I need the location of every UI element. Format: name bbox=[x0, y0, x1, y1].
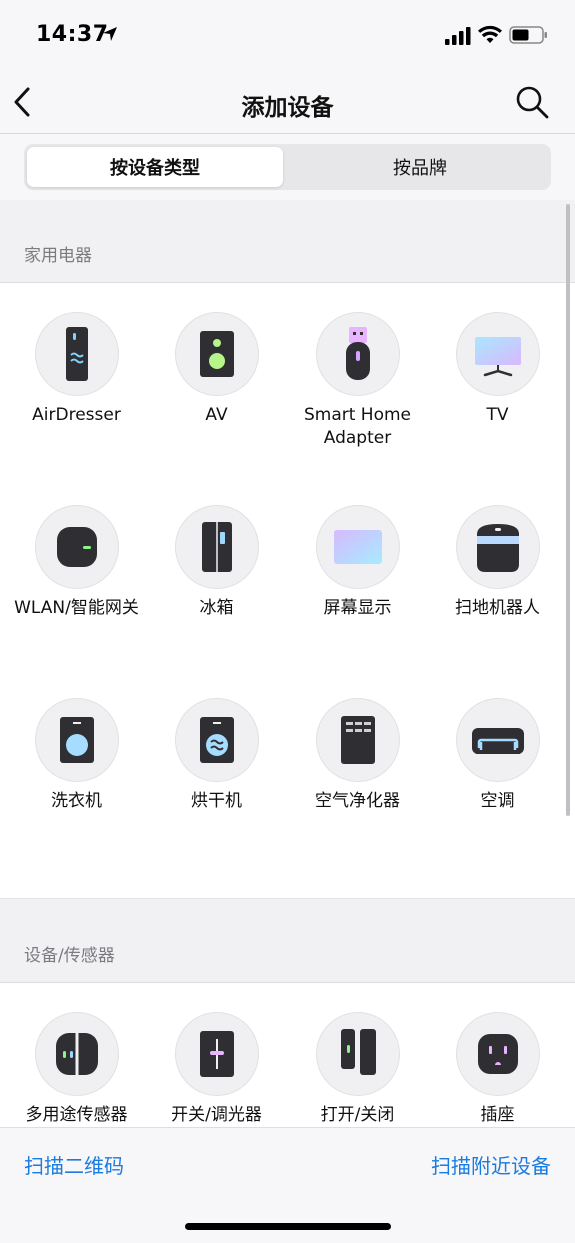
open-close-sensor-icon bbox=[340, 1029, 376, 1075]
display-icon bbox=[333, 530, 382, 564]
washer-icon bbox=[59, 717, 94, 763]
device-icon-circle bbox=[34, 505, 119, 589]
device-type-av[interactable]: AV bbox=[146, 312, 287, 427]
cellular-signal-icon bbox=[445, 27, 471, 45]
device-type-label: 屏幕显示 bbox=[323, 598, 392, 618]
home-indicator[interactable] bbox=[185, 1223, 391, 1230]
robot-vacuum-icon bbox=[476, 524, 519, 572]
device-type-open-close[interactable]: 打开/关闭 bbox=[287, 1012, 428, 1127]
switch-dimmer-icon bbox=[199, 1031, 234, 1077]
air-conditioner-icon bbox=[471, 728, 524, 754]
device-icon-circle bbox=[455, 505, 540, 589]
device-icon-circle bbox=[34, 312, 119, 396]
battery-icon bbox=[509, 26, 547, 44]
device-type-switch-dimmer[interactable]: 开关/调光器 bbox=[146, 1012, 287, 1127]
device-type-tv[interactable]: TV bbox=[427, 312, 568, 427]
device-type-multipurpose-sensor[interactable]: 多用途传感器 bbox=[6, 1012, 147, 1127]
device-icon-circle bbox=[174, 312, 259, 396]
device-type-label: TV bbox=[486, 405, 509, 425]
device-type-robot-vacuum[interactable]: 扫地机器人 bbox=[427, 505, 568, 620]
device-type-smart-home-adapter[interactable]: Smart Home Adapter bbox=[287, 312, 428, 450]
device-type-display[interactable]: 屏幕显示 bbox=[287, 505, 428, 620]
device-type-label: 插座 bbox=[480, 1105, 515, 1125]
device-icon-circle bbox=[174, 698, 259, 782]
hub-icon bbox=[56, 527, 97, 567]
device-type-label: WLAN/智能网关 bbox=[14, 598, 139, 618]
device-type-wlan-hub[interactable]: WLAN/智能网关 bbox=[6, 505, 147, 620]
scan-nearby-button[interactable]: 扫描附近设备 bbox=[431, 1150, 551, 1179]
device-type-label: Smart Home Adapter bbox=[303, 405, 412, 448]
device-type-label: 打开/关闭 bbox=[320, 1105, 395, 1125]
device-icon-circle bbox=[34, 698, 119, 782]
device-icon-circle bbox=[315, 505, 400, 589]
multipurpose-sensor-icon bbox=[55, 1030, 98, 1078]
device-type-label: 空调 bbox=[480, 791, 515, 811]
device-icon-circle bbox=[455, 698, 540, 782]
device-icon-circle bbox=[315, 312, 400, 396]
device-icon-circle bbox=[315, 1012, 400, 1096]
wifi-icon bbox=[478, 25, 502, 43]
status-time: 14:37 bbox=[36, 22, 109, 47]
airdresser-icon bbox=[65, 327, 88, 381]
segmented-control: 按设备类型 按品牌 bbox=[24, 144, 551, 190]
device-type-airdresser[interactable]: AirDresser bbox=[6, 312, 147, 427]
device-type-label: 多用途传感器 bbox=[25, 1105, 128, 1125]
device-type-label: 扫地机器人 bbox=[455, 598, 540, 618]
page-title: 添加设备 bbox=[241, 95, 334, 121]
speaker-icon bbox=[199, 331, 234, 377]
device-icon-circle bbox=[455, 1012, 540, 1096]
dryer-icon bbox=[199, 717, 234, 763]
location-arrow-icon bbox=[103, 27, 117, 41]
air-purifier-icon bbox=[340, 716, 375, 764]
usb-adapter-icon bbox=[345, 327, 370, 380]
device-type-washer[interactable]: 洗衣机 bbox=[6, 698, 147, 813]
device-type-outlet[interactable]: 插座 bbox=[427, 1012, 568, 1127]
section-header-devices-sensors: 设备/传感器 bbox=[0, 898, 575, 983]
device-icon-circle bbox=[174, 1012, 259, 1096]
navigation-bar: 添加设备 bbox=[0, 72, 575, 134]
device-type-label: 冰箱 bbox=[199, 598, 234, 618]
segment-by-type[interactable]: 按设备类型 bbox=[27, 147, 283, 187]
segment-area: 按设备类型 按品牌 bbox=[0, 134, 575, 200]
device-type-label: AirDresser bbox=[32, 405, 121, 425]
device-icon-circle bbox=[315, 698, 400, 782]
device-icon-circle bbox=[34, 1012, 119, 1096]
device-type-label: 开关/调光器 bbox=[171, 1105, 262, 1125]
section-title: 家用电器 bbox=[24, 246, 92, 266]
device-type-dryer[interactable]: 烘干机 bbox=[146, 698, 287, 813]
device-type-air-purifier[interactable]: 空气净化器 bbox=[287, 698, 428, 813]
search-icon[interactable] bbox=[514, 84, 550, 120]
device-icon-circle bbox=[174, 505, 259, 589]
device-type-label: 空气净化器 bbox=[315, 791, 400, 811]
segment-by-brand[interactable]: 按品牌 bbox=[292, 147, 548, 187]
scan-qr-button[interactable]: 扫描二维码 bbox=[24, 1150, 124, 1179]
device-type-air-conditioner[interactable]: 空调 bbox=[427, 698, 568, 813]
section-title: 设备/传感器 bbox=[24, 946, 115, 966]
scroll-indicator[interactable] bbox=[566, 204, 570, 816]
device-type-fridge[interactable]: 冰箱 bbox=[146, 505, 287, 620]
status-bar: 14:37 bbox=[0, 0, 575, 72]
bottom-action-bar: 扫描二维码 扫描附近设备 bbox=[0, 1127, 575, 1243]
fridge-icon bbox=[201, 522, 232, 572]
device-type-label: 烘干机 bbox=[191, 791, 242, 811]
device-type-label: AV bbox=[205, 405, 228, 425]
device-icon-circle bbox=[455, 312, 540, 396]
outlet-icon bbox=[477, 1034, 518, 1074]
tv-icon bbox=[474, 337, 521, 377]
section-header-appliances: 家用电器 bbox=[0, 200, 575, 283]
device-type-label: 洗衣机 bbox=[51, 791, 102, 811]
